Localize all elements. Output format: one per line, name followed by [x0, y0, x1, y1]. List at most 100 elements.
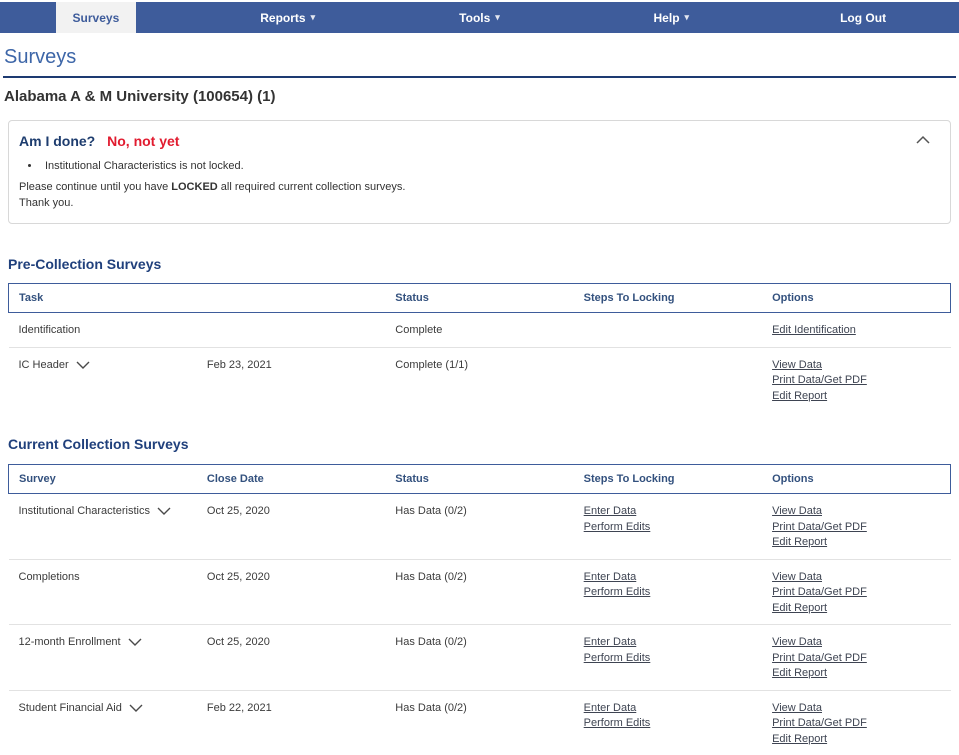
chevron-down-icon[interactable]: [76, 361, 90, 369]
date-cell: Feb 22, 2021: [206, 701, 272, 714]
caret-down-icon: ▾: [310, 12, 316, 22]
options-cell: View Data Print Data/Get PDF Edit Report: [762, 347, 950, 412]
edit-report-link[interactable]: Edit Report: [772, 732, 827, 748]
status-cell: Has Data (0/2): [395, 701, 467, 714]
institution-heading: Alabama A & M University (100654) (1): [4, 88, 276, 105]
print-data-link[interactable]: Print Data/Get PDF: [772, 585, 867, 601]
table-row: Institutional Characteristics Oct 25, 20…: [8, 494, 951, 560]
col-date: [197, 284, 385, 313]
col-options: Options: [772, 292, 814, 304]
current-collection-table: Survey Close Date Status Steps To Lockin…: [8, 464, 951, 755]
alert-title: Am I done? No, not yet: [19, 133, 910, 149]
options-cell: View Data Print Data/Get PDF Edit Report: [762, 494, 950, 560]
edit-report-link[interactable]: Edit Report: [772, 666, 827, 682]
perform-edits-link[interactable]: Perform Edits: [584, 716, 651, 732]
view-data-link[interactable]: View Data: [772, 358, 822, 374]
print-data-link[interactable]: Print Data/Get PDF: [772, 373, 867, 389]
alert-instruction: Please continue until you have LOCKED al…: [19, 181, 406, 193]
print-data-link[interactable]: Print Data/Get PDF: [772, 651, 867, 667]
col-close-date: Close Date: [206, 473, 264, 485]
view-data-link[interactable]: View Data: [772, 570, 822, 586]
steps-cell: [574, 313, 762, 348]
enter-data-link[interactable]: Enter Data: [584, 701, 637, 717]
tab-surveys-label: Surveys: [55, 2, 137, 33]
tab-surveys[interactable]: Surveys: [0, 2, 192, 33]
options-cell: Edit Identification: [762, 313, 950, 348]
steps-cell: Enter Data Perform Edits: [574, 559, 762, 625]
survey-cell: Student Financial Aid: [9, 690, 197, 755]
print-data-link[interactable]: Print Data/Get PDF: [772, 520, 867, 536]
steps-cell: Enter Data Perform Edits: [574, 494, 762, 560]
edit-identification-link[interactable]: Edit Identification: [772, 323, 856, 339]
task-cell: IC Header: [9, 347, 197, 412]
col-options: Options: [772, 473, 814, 485]
alert-question: Am I done?: [19, 133, 96, 149]
menu-tools[interactable]: Tools ▾: [384, 2, 576, 33]
steps-cell: Enter Data Perform Edits: [574, 625, 762, 691]
view-data-link[interactable]: View Data: [772, 701, 822, 717]
current-collection-heading: Current Collection Surveys: [8, 436, 189, 452]
status-cell: Complete (1/1): [395, 358, 469, 371]
pre-collection-table: Task Status Steps To Locking Options Ide…: [8, 283, 951, 412]
col-task: Task: [19, 292, 44, 304]
status-cell: Has Data (0/2): [395, 570, 467, 583]
status-cell: Has Data (0/2): [395, 505, 467, 517]
chevron-down-icon[interactable]: [129, 704, 143, 712]
perform-edits-link[interactable]: Perform Edits: [584, 585, 651, 601]
menu-reports[interactable]: Reports ▾: [192, 2, 384, 33]
title-divider: [3, 76, 956, 78]
alert-thanks: Thank you.: [19, 196, 74, 209]
task-cell: Identification: [18, 324, 81, 336]
view-data-link[interactable]: View Data: [772, 635, 822, 651]
caret-down-icon: ▾: [495, 12, 500, 22]
caret-down-icon: ▾: [684, 12, 690, 22]
alert-bullet: Institutional Characteristics is not loc…: [41, 159, 910, 174]
table-row: 12-month Enrollment Oct 25, 2020 Has Dat…: [8, 625, 951, 691]
options-cell: View Data Print Data/Get PDF Edit Report: [762, 559, 950, 625]
date-cell: Feb 23, 2021: [206, 358, 272, 371]
table-row: Identification Complete Edit Identificat…: [8, 313, 951, 348]
table-header-row: Survey Close Date Status Steps To Lockin…: [8, 464, 951, 494]
table-row: Student Financial Aid Feb 22, 2021 Has D…: [9, 690, 951, 755]
page-title: Surveys: [4, 46, 77, 68]
edit-report-link[interactable]: Edit Report: [772, 535, 827, 551]
table-row: Completions Oct 25, 2020 Has Data (0/2) …: [8, 559, 951, 625]
table-row: IC Header Feb 23, 2021 Complete (1/1) Vi…: [9, 347, 951, 412]
col-steps: Steps To Locking: [583, 473, 675, 485]
date-cell: [197, 313, 385, 348]
survey-cell: 12-month Enrollment: [9, 625, 197, 691]
print-data-link[interactable]: Print Data/Get PDF: [772, 716, 867, 732]
col-status: Status: [395, 292, 429, 304]
col-survey: Survey: [19, 473, 56, 485]
steps-cell: Enter Data Perform Edits: [574, 690, 762, 755]
survey-cell: Completions: [18, 570, 80, 583]
steps-cell: [574, 347, 762, 412]
am-i-done-panel: Am I done? No, not yet Institutional Cha…: [8, 120, 951, 224]
chevron-down-icon[interactable]: [128, 638, 142, 646]
col-steps: Steps To Locking: [583, 292, 675, 304]
enter-data-link[interactable]: Enter Data: [584, 635, 637, 651]
edit-report-link[interactable]: Edit Report: [772, 389, 827, 405]
status-cell: Complete: [395, 324, 443, 336]
date-cell: Oct 25, 2020: [206, 570, 270, 583]
top-navbar: Surveys Reports ▾ Tools ▾ Help ▾ Log Out: [0, 2, 959, 33]
options-cell: View Data Print Data/Get PDF Edit Report: [762, 690, 950, 755]
logout-button[interactable]: Log Out: [767, 2, 959, 33]
chevron-down-icon[interactable]: [157, 507, 171, 515]
col-status: Status: [395, 473, 429, 485]
perform-edits-link[interactable]: Perform Edits: [584, 651, 651, 667]
options-cell: View Data Print Data/Get PDF Edit Report: [762, 625, 950, 691]
view-data-link[interactable]: View Data: [772, 504, 822, 520]
edit-report-link[interactable]: Edit Report: [772, 601, 827, 617]
survey-cell: Institutional Characteristics: [9, 494, 197, 560]
enter-data-link[interactable]: Enter Data: [584, 504, 637, 520]
pre-collection-heading: Pre-Collection Surveys: [8, 256, 162, 272]
status-cell: Has Data (0/2): [395, 636, 467, 648]
alert-answer: No, not yet: [107, 133, 180, 149]
menu-help[interactable]: Help ▾: [575, 2, 767, 33]
chevron-up-icon[interactable]: [914, 133, 932, 147]
date-cell: Oct 25, 2020: [206, 505, 270, 517]
enter-data-link[interactable]: Enter Data: [584, 570, 637, 586]
alert-bullet-list: Institutional Characteristics is not loc…: [41, 159, 910, 174]
perform-edits-link[interactable]: Perform Edits: [584, 520, 651, 536]
